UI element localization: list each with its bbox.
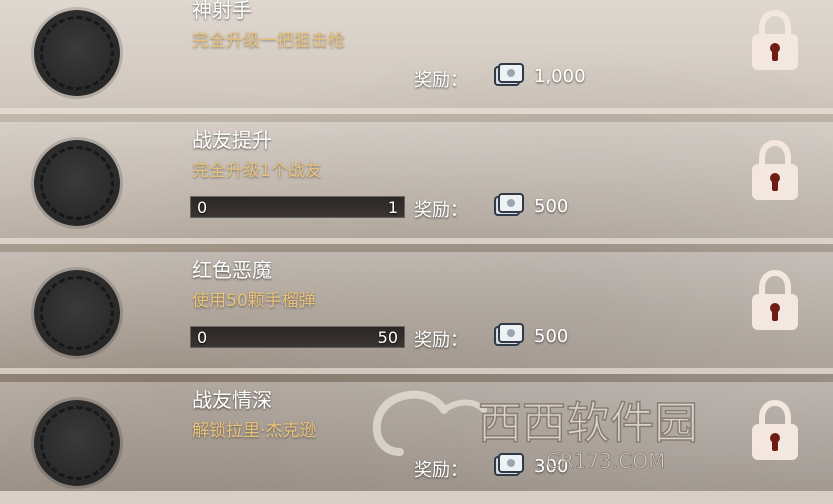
reward-value: 500	[534, 196, 569, 217]
padlock-icon[interactable]	[748, 140, 802, 202]
reward-label: 奖励：	[414, 200, 468, 221]
achievement-description: 完全升级一把狙击枪	[192, 31, 345, 51]
reward-value: 1,000	[534, 66, 586, 87]
achievement-title: 战友提升	[192, 128, 272, 152]
progress-target: 1	[387, 198, 398, 217]
reward-label: 奖励：	[414, 460, 468, 481]
reward-label: 奖励：	[414, 70, 468, 91]
achievement-title: 战友情深	[192, 388, 272, 412]
achievement-title: 神射手	[192, 0, 252, 22]
wreath-badge-icon	[34, 270, 120, 356]
achievement-description: 完全升级1个战友	[192, 161, 322, 181]
achievement-row[interactable]: 红色恶魔 使用50颗手榴弹 0 50 奖励： 500	[0, 252, 833, 374]
progress-bar: 0 50	[190, 326, 405, 348]
padlock-icon[interactable]	[748, 10, 802, 72]
achievement-row[interactable]: 神射手 完全升级一把狙击枪 奖励： 1,000	[0, 0, 833, 114]
wreath-badge-icon	[34, 400, 120, 486]
padlock-icon[interactable]	[748, 270, 802, 332]
achievement-description: 使用50颗手榴弹	[192, 291, 316, 311]
reward-value: 500	[534, 326, 569, 347]
achievement-row[interactable]: 战友提升 完全升级1个战友 0 1 奖励： 500	[0, 122, 833, 244]
progress-target: 50	[377, 328, 398, 347]
cash-bundle-icon	[494, 193, 524, 216]
reward-value: 300	[534, 456, 569, 477]
progress-current: 0	[197, 328, 208, 347]
achievement-title: 红色恶魔	[192, 258, 272, 282]
achievement-description: 解锁拉里·杰克逊	[192, 421, 317, 441]
cash-bundle-icon	[494, 63, 524, 86]
progress-current: 0	[197, 198, 208, 217]
wreath-badge-icon	[34, 140, 120, 226]
padlock-icon[interactable]	[748, 400, 802, 462]
achievement-row[interactable]: 战友情深 解锁拉里·杰克逊 奖励： 300	[0, 382, 833, 504]
reward-label: 奖励：	[414, 330, 468, 351]
cash-bundle-icon	[494, 453, 524, 476]
cash-bundle-icon	[494, 323, 524, 346]
wreath-badge-icon	[34, 10, 120, 96]
progress-bar: 0 1	[190, 196, 405, 218]
